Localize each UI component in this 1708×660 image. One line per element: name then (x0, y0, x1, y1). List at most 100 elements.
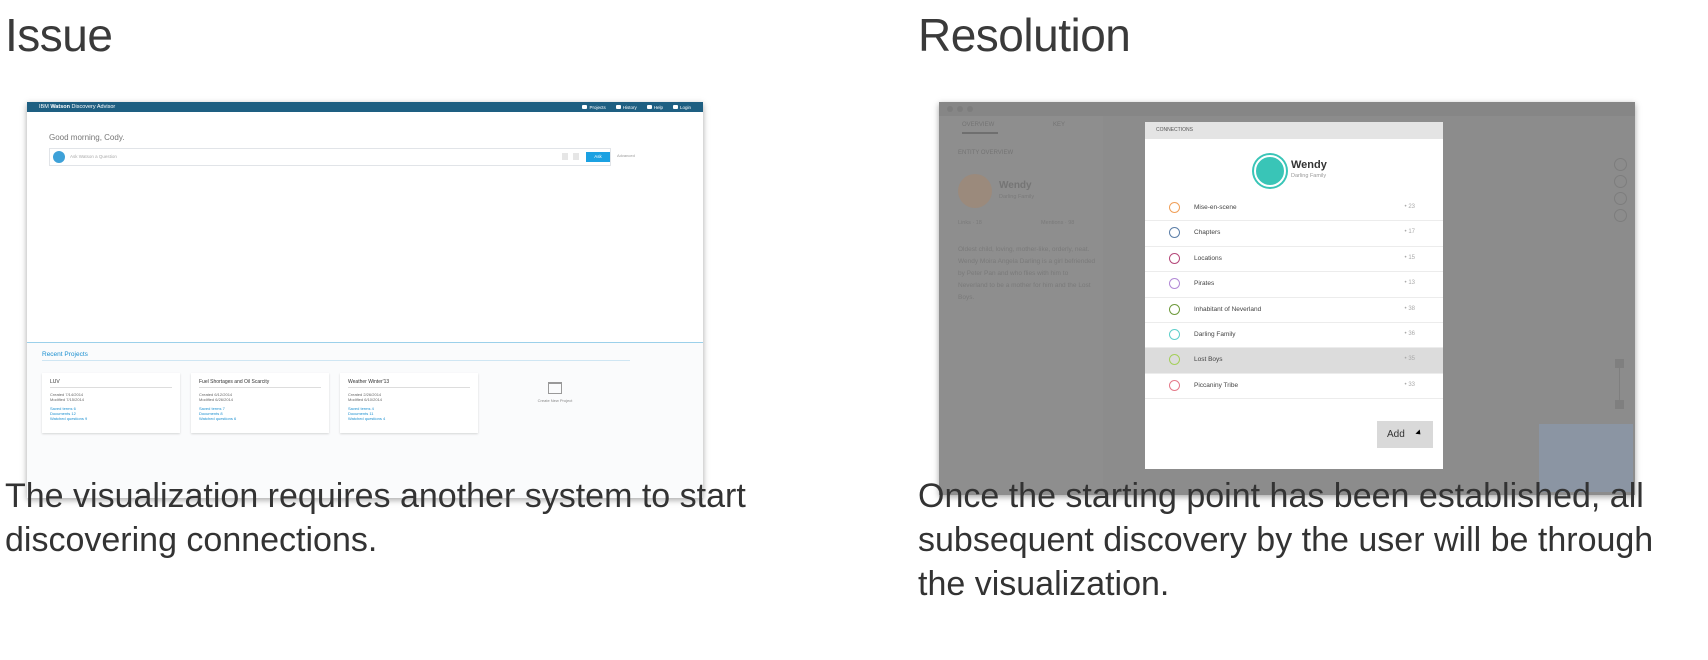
entity-sidebar: OVERVIEW KEY ENTITY OVERVIEW Wendy Darli… (939, 116, 1103, 495)
file-icon[interactable] (573, 153, 579, 160)
project-watched[interactable]: Watched questions 9 (50, 416, 87, 421)
watson-brand: IBM Watson Discovery Advisor (39, 104, 116, 110)
gear-icon[interactable] (1614, 175, 1627, 188)
recent-projects-title: Recent Projects (42, 351, 88, 358)
watson-nav: Projects History Help Login (582, 102, 691, 112)
center-node-family: Darling Family (1291, 173, 1327, 179)
connection-label: Darling Family (1194, 330, 1236, 338)
close-window-icon[interactable] (947, 106, 953, 112)
center-node-name: Wendy (1291, 159, 1327, 171)
watson-avatar-icon (53, 151, 65, 163)
connection-count: • 36 (1404, 330, 1415, 337)
connection-label: Chapters (1194, 229, 1221, 237)
resolution-caption: Once the starting point has been establi… (918, 474, 1653, 606)
cursor-icon (1415, 429, 1423, 437)
connection-count: • 23 (1404, 204, 1415, 210)
nav-login[interactable]: Login (672, 105, 691, 110)
zoom-in-handle[interactable] (1615, 359, 1624, 368)
links-count: Links · 18 (958, 220, 982, 226)
create-new-project[interactable]: Create New Project (530, 382, 580, 403)
nav-history[interactable]: History (615, 105, 637, 110)
ask-placeholder: Ask Watson a Question (70, 154, 117, 159)
project-title: Fuel Shortages and Oil Scarcity (199, 379, 270, 385)
nav-help[interactable]: Help (646, 105, 663, 110)
ask-button[interactable]: Ask (586, 152, 610, 162)
connection-list: Mise-en-scene • 23 Chapters • 17 Locations • … (1145, 196, 1443, 400)
tab-overview[interactable]: OVERVIEW (962, 122, 994, 128)
expand-icon[interactable] (1614, 192, 1627, 205)
project-watched[interactable]: Watched questions 6 (199, 416, 236, 421)
window-titlebar (939, 102, 1635, 116)
avatar (958, 174, 992, 208)
list-item[interactable]: Lost Boys • 35 (1145, 348, 1443, 374)
connection-label: Locations (1194, 254, 1222, 262)
mentions-count: Mentions · 98 (1041, 220, 1075, 226)
zoom-out-handle[interactable] (1615, 400, 1624, 409)
add-button[interactable]: Add (1377, 421, 1433, 448)
resolution-caption-line: Once the starting point has been establi… (918, 477, 1644, 515)
circle-icon (1169, 328, 1180, 340)
issue-caption: The visualization requires another syste… (5, 474, 746, 562)
connection-count: • 35 (1404, 356, 1415, 363)
folder-icon (548, 382, 562, 394)
connection-label: Piccaniny Tribe (1194, 381, 1239, 389)
maximize-window-icon[interactable] (967, 106, 973, 112)
add-button-label: Add (1387, 429, 1405, 440)
list-item[interactable]: Locations • 15 (1145, 247, 1443, 273)
close-icon[interactable] (1614, 158, 1627, 171)
watson-screenshot: IBM Watson Discovery Advisor Projects Hi… (27, 102, 703, 498)
divider (348, 387, 470, 388)
zoom-slider-track[interactable] (1619, 368, 1620, 400)
list-item[interactable]: Pirates • 13 (1145, 272, 1443, 298)
connection-count: • 13 (1404, 280, 1415, 287)
issue-heading: Issue (5, 9, 113, 61)
circle-icon (1169, 202, 1180, 213)
divider (199, 387, 321, 388)
circle-icon (1169, 278, 1180, 290)
list-item[interactable]: Chapters • 17 (1145, 221, 1443, 247)
connection-label: Lost Boys (1194, 356, 1223, 364)
project-watched[interactable]: Watched questions 4 (348, 416, 385, 421)
list-item[interactable]: Inhabitant of Neverland • 38 (1145, 298, 1443, 323)
project-modified: Modified 6/10/2014 (348, 397, 383, 402)
nav-projects[interactable]: Projects (582, 105, 606, 110)
connection-count: • 17 (1404, 229, 1415, 236)
list-item[interactable]: Piccaniny Tribe • 33 (1145, 374, 1443, 400)
tab-key[interactable]: KEY (1053, 122, 1065, 128)
entity-overview-label: ENTITY OVERVIEW (958, 150, 1014, 156)
project-title: Weather Winter'13 (348, 379, 390, 385)
project-modified: Modified 7/15/2014 (50, 397, 85, 402)
issue-caption-line: discovering connections. (5, 521, 378, 559)
list-item[interactable]: Darling Family • 36 (1145, 323, 1443, 349)
active-tab-indicator (962, 132, 998, 134)
camera-icon[interactable] (562, 153, 568, 160)
connection-count: • 38 (1404, 305, 1415, 312)
project-card[interactable]: Weather Winter'13 Created 2/26/2014 Modi… (340, 373, 478, 433)
project-title: LUV (50, 379, 60, 385)
resolution-caption-line: the visualization. (918, 565, 1170, 603)
project-card[interactable]: Fuel Shortages and Oil Scarcity Created … (191, 373, 329, 433)
minimize-window-icon[interactable] (957, 106, 963, 112)
issue-caption-line: The visualization requires another syste… (5, 477, 746, 515)
gear-icon (672, 105, 678, 109)
resolution-heading: Resolution (918, 9, 1131, 61)
greeting-text: Good morning, Cody. (49, 133, 125, 142)
connection-count: • 33 (1404, 381, 1415, 388)
entity-description: Oldest child, loving, mother-like, order… (958, 246, 1096, 301)
connections-screenshot: OVERVIEW KEY ENTITY OVERVIEW Wendy Darli… (939, 102, 1635, 495)
circle-icon (1169, 303, 1180, 315)
project-modified: Modified 6/26/2014 (199, 397, 234, 402)
list-item[interactable]: Mise-en-scene • 23 (1145, 196, 1443, 222)
clock-icon (615, 105, 621, 109)
folder-icon (582, 105, 588, 109)
advanced-link[interactable]: Advanced (617, 153, 635, 158)
ask-input[interactable]: Ask Watson a Question Ask (49, 148, 611, 166)
connection-label: Pirates (1194, 280, 1215, 288)
watson-topbar: IBM Watson Discovery Advisor Projects Hi… (27, 102, 703, 112)
entity-family: Darling Family (999, 194, 1035, 200)
connection-label: Mise-en-scene (1194, 204, 1237, 211)
share-icon[interactable] (1614, 209, 1627, 222)
project-card[interactable]: LUV Created 7/14/2014 Modified 7/15/2014… (42, 373, 180, 433)
center-node-icon (1254, 155, 1286, 187)
dialog-title: CONNECTIONS (1145, 122, 1443, 139)
